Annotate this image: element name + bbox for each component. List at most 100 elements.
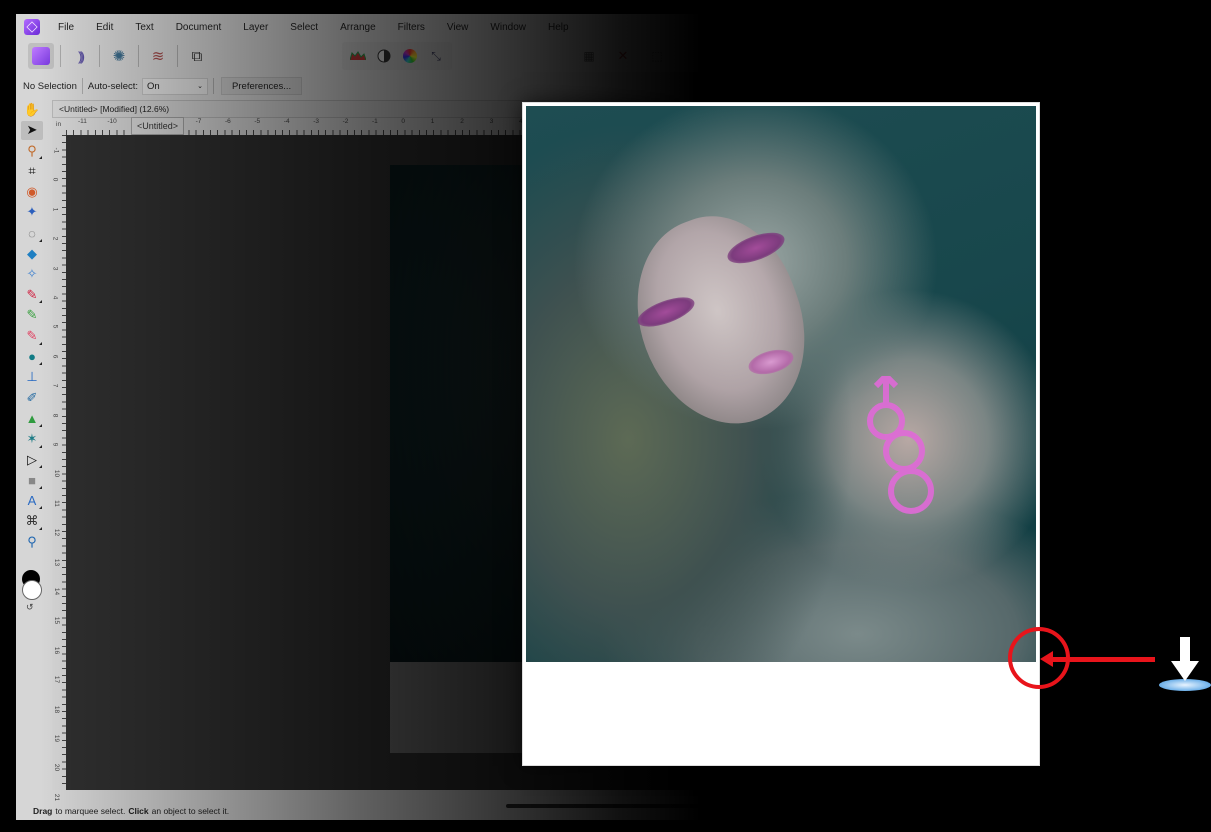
- affinity-photo-logo-icon[interactable]: [24, 19, 40, 35]
- magic-wand-icon: ✦: [26, 204, 38, 220]
- menu-text[interactable]: Text: [135, 22, 153, 33]
- flyout-indicator-icon: [39, 156, 42, 160]
- blemish-removal-tool-button[interactable]: ✐: [21, 388, 43, 407]
- invert-selection-button[interactable]: ⬚: [644, 43, 670, 69]
- ruler-tick-label: 7: [51, 383, 59, 388]
- color-wheel-icon: [403, 49, 417, 63]
- move-icon: ➤: [26, 122, 38, 138]
- auto-colors-button[interactable]: [399, 43, 421, 69]
- download-arrow-icon: [1159, 637, 1211, 691]
- zoomed-document-preview: [522, 102, 1040, 766]
- magic-wand-tool-button[interactable]: ✦: [21, 203, 43, 222]
- move-tool-button[interactable]: ➤: [21, 120, 43, 140]
- ruler-tick-label: 13: [53, 558, 61, 566]
- selection-tools-group: ▦ ✕ ⬚: [572, 43, 674, 69]
- secondary-color-swatch[interactable]: [22, 580, 42, 600]
- toolbar-divider: [99, 45, 100, 67]
- flyout-indicator-icon: [39, 444, 42, 448]
- affinity-photo-icon: [32, 47, 50, 65]
- mask-icon: ▦: [583, 49, 595, 63]
- ruler-tick-label: -1: [52, 147, 60, 154]
- toolbar-divider: [177, 45, 178, 67]
- crop-tool-button[interactable]: ⌗: [21, 162, 43, 181]
- paint-brush-icon: ✎: [26, 286, 38, 302]
- liquify-persona-button[interactable]: ))): [67, 43, 93, 69]
- ruler-tick-label: 18: [53, 705, 61, 713]
- gradient-tool-button[interactable]: ✧: [21, 265, 43, 284]
- deselect-button[interactable]: ✕: [610, 43, 636, 69]
- ruler-tick-label: -7: [195, 118, 202, 125]
- liquify-icon: ))): [78, 48, 85, 64]
- ruler-tick-label: 0: [51, 178, 59, 182]
- erase-brush-icon: ✎: [26, 328, 38, 344]
- mesh-warp-tool-button[interactable]: ⌘: [21, 512, 43, 531]
- portrait-photo: [526, 106, 1036, 662]
- auto-contrast-button[interactable]: [373, 43, 395, 69]
- menu-window[interactable]: Window: [490, 22, 526, 33]
- marquee-tool-button[interactable]: ◌: [21, 224, 43, 243]
- export-persona-button[interactable]: ⧉: [184, 43, 210, 69]
- pen-tool-button[interactable]: ▷: [21, 450, 43, 469]
- auto-white-balance-button[interactable]: ⤡: [425, 43, 447, 69]
- menu-edit[interactable]: Edit: [96, 22, 113, 33]
- photo-persona-button[interactable]: [28, 43, 54, 69]
- color-replacement-tool-button[interactable]: ✎: [21, 306, 43, 325]
- menu-view[interactable]: View: [447, 22, 469, 33]
- flyout-indicator-icon: [39, 300, 42, 304]
- ruler-tick-label: 5: [51, 325, 59, 329]
- selection-brush-tool-button[interactable]: ◉: [21, 182, 43, 201]
- zoom-tool-button[interactable]: ⚲: [21, 532, 43, 551]
- auto-select-value: On: [147, 80, 160, 92]
- dodge-brush-icon: ●: [28, 349, 36, 365]
- toolbar-divider: [60, 45, 61, 67]
- text-tool-button[interactable]: A: [21, 491, 43, 510]
- menu-select[interactable]: Select: [290, 22, 318, 33]
- auto-select-dropdown[interactable]: On ⌄: [142, 77, 209, 95]
- menu-help[interactable]: Help: [548, 22, 569, 33]
- smudge-brush-tool-button[interactable]: ✶: [21, 430, 43, 449]
- rectangle-icon: ■: [28, 472, 36, 488]
- ruler-tick-label: -2: [342, 118, 349, 125]
- clone-brush-tool-button[interactable]: ⊥: [21, 368, 43, 387]
- menu-arrange[interactable]: Arrange: [340, 22, 376, 33]
- menu-layer[interactable]: Layer: [243, 22, 268, 33]
- histogram-button[interactable]: [347, 43, 369, 69]
- menu-document[interactable]: Document: [176, 22, 222, 33]
- ruler-tick-label: 10: [53, 470, 61, 478]
- context-divider: [213, 78, 215, 94]
- ruler-tick-label: -6: [225, 118, 231, 125]
- ruler-tick-label: 8: [51, 413, 59, 417]
- pointer-arrowhead-icon: [1040, 651, 1053, 667]
- flyout-indicator-icon: [39, 423, 42, 427]
- color-picker-tool-button[interactable]: ⚲: [21, 141, 43, 160]
- ruler-unit-label: in: [56, 121, 62, 128]
- ruler-tick-label: 19: [53, 734, 61, 743]
- ruler-tick-label: 2: [460, 118, 464, 125]
- tone-mapping-persona-button[interactable]: ≋: [145, 43, 171, 69]
- color-replacement-icon: ✎: [26, 307, 38, 323]
- ruler-tick-label: 20: [53, 764, 61, 772]
- flyout-indicator-icon: [39, 238, 42, 242]
- ruler-tick-label: 0: [401, 118, 406, 125]
- paint-brush-tool-button[interactable]: ✎: [21, 285, 43, 304]
- selection-mask-button[interactable]: ▦: [576, 43, 602, 69]
- ruler-tick-label: 15: [53, 617, 61, 625]
- develop-persona-button[interactable]: ✺: [106, 43, 132, 69]
- menu-filters[interactable]: Filters: [398, 22, 425, 33]
- rectangle-tool-button[interactable]: ■: [21, 471, 43, 490]
- menu-file[interactable]: File: [58, 22, 74, 33]
- contrast-icon: [377, 49, 391, 63]
- red-eye-tool-button[interactable]: ▲: [21, 409, 43, 428]
- dodge-brush-tool-button[interactable]: ●: [21, 347, 43, 366]
- document-title: <Untitled> [Modified] (12.6%): [59, 104, 170, 114]
- view-tool-button[interactable]: ✋: [21, 100, 43, 119]
- ruler-tick-label: 3: [489, 118, 494, 125]
- preferences-button[interactable]: Preferences...: [221, 77, 303, 95]
- histogram-icon: [350, 51, 366, 61]
- auto-adjust-group: ⤡: [342, 42, 452, 70]
- swap-colors-icon[interactable]: ↺: [26, 602, 34, 613]
- tone-mapping-icon: ≋: [151, 48, 165, 65]
- selection-status-label: No Selection: [23, 80, 77, 92]
- erase-brush-tool-button[interactable]: ✎: [21, 327, 43, 346]
- flood-fill-tool-button[interactable]: ◆: [21, 244, 43, 263]
